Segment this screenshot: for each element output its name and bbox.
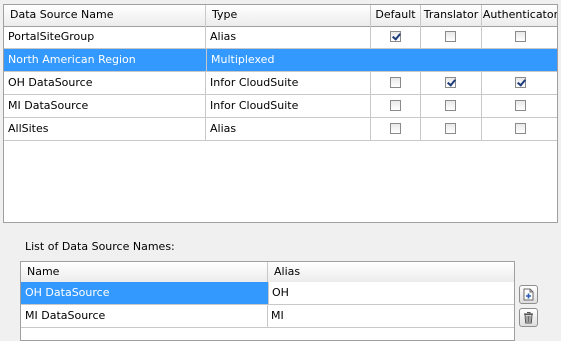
translator-checkbox[interactable] bbox=[445, 100, 456, 111]
cell-authenticator bbox=[482, 118, 557, 140]
alias-grid-header: Name Alias bbox=[21, 262, 514, 283]
alias-row[interactable]: MI DataSource MI bbox=[21, 305, 514, 328]
trash-icon bbox=[524, 312, 533, 324]
cell-translator bbox=[421, 95, 482, 117]
cell-alias-name: OH DataSource bbox=[21, 282, 268, 304]
col-header-default[interactable]: Default bbox=[371, 5, 421, 26]
authenticator-checkbox[interactable] bbox=[514, 123, 526, 134]
authenticator-checkbox[interactable] bbox=[514, 31, 526, 42]
data-source-grid: Data Source Name Type Default Translator… bbox=[3, 4, 558, 223]
data-source-grid-header: Data Source Name Type Default Translator… bbox=[4, 5, 557, 27]
table-row[interactable]: OH DataSource Infor CloudSuite bbox=[4, 72, 557, 95]
cell-authenticator bbox=[482, 49, 557, 71]
alias-input[interactable]: MI bbox=[268, 305, 514, 327]
add-alias-button[interactable] bbox=[519, 285, 538, 304]
alias-grid: Name Alias OH DataSource OH MI DataSourc… bbox=[20, 261, 515, 341]
default-checkbox[interactable] bbox=[389, 77, 401, 88]
authenticator-checkbox[interactable] bbox=[514, 77, 526, 88]
col-header-authenticator[interactable]: Authenticator bbox=[482, 5, 557, 26]
translator-checkbox[interactable] bbox=[445, 77, 456, 88]
default-checkbox[interactable] bbox=[389, 31, 401, 42]
translator-checkbox[interactable] bbox=[445, 31, 456, 42]
cell-type: Multiplexed bbox=[206, 49, 371, 71]
cell-translator bbox=[421, 26, 482, 48]
add-row-icon bbox=[523, 288, 534, 301]
col-header-type[interactable]: Type bbox=[206, 5, 371, 26]
col-header-data-source-name[interactable]: Data Source Name bbox=[4, 5, 206, 26]
cell-data-source-name: MI DataSource bbox=[4, 95, 206, 117]
cell-data-source-name: PortalSiteGroup bbox=[4, 26, 206, 48]
authenticator-checkbox[interactable] bbox=[514, 100, 526, 111]
cell-default bbox=[371, 72, 421, 94]
default-checkbox[interactable] bbox=[389, 100, 401, 111]
cell-default bbox=[371, 49, 421, 71]
delete-alias-button[interactable] bbox=[519, 308, 538, 327]
cell-type: Alias bbox=[206, 26, 371, 48]
cell-data-source-name: North American Region bbox=[4, 49, 206, 71]
cell-authenticator bbox=[482, 72, 557, 94]
cell-authenticator bbox=[482, 26, 557, 48]
col-header-alias[interactable]: Alias bbox=[268, 262, 514, 282]
cell-alias-name: MI DataSource bbox=[21, 305, 268, 327]
cell-authenticator bbox=[482, 95, 557, 117]
cell-default bbox=[371, 118, 421, 140]
cell-data-source-name: OH DataSource bbox=[4, 72, 206, 94]
default-checkbox[interactable] bbox=[389, 123, 401, 134]
col-header-name[interactable]: Name bbox=[21, 262, 268, 282]
cell-type: Infor CloudSuite bbox=[206, 95, 371, 117]
col-header-translator[interactable]: Translator bbox=[421, 5, 482, 26]
table-row[interactable]: PortalSiteGroup Alias bbox=[4, 26, 557, 49]
alias-list-label: List of Data Source Names: bbox=[25, 240, 175, 253]
cell-translator bbox=[421, 118, 482, 140]
cell-default bbox=[371, 95, 421, 117]
translator-checkbox[interactable] bbox=[445, 123, 456, 134]
cell-data-source-name: AllSites bbox=[4, 118, 206, 140]
table-row[interactable]: MI DataSource Infor CloudSuite bbox=[4, 95, 557, 118]
cell-type: Infor CloudSuite bbox=[206, 72, 371, 94]
cell-default bbox=[371, 26, 421, 48]
table-row-selected[interactable]: North American Region Multiplexed bbox=[4, 49, 557, 72]
table-row[interactable]: AllSites Alias bbox=[4, 118, 557, 141]
alias-input[interactable]: OH bbox=[268, 282, 514, 304]
cell-translator bbox=[421, 49, 482, 71]
cell-type: Alias bbox=[206, 118, 371, 140]
alias-row-selected[interactable]: OH DataSource OH bbox=[21, 282, 514, 305]
cell-translator bbox=[421, 72, 482, 94]
